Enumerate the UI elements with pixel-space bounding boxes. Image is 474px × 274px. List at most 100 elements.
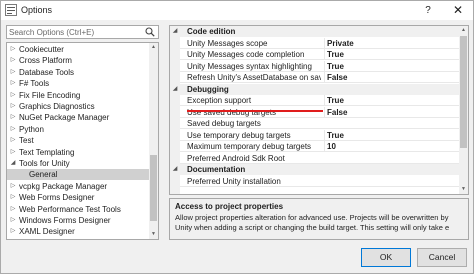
tree-item-label: Web Performance Test Tools bbox=[19, 204, 121, 214]
collapsed-arrow-icon[interactable]: ▷ bbox=[9, 192, 17, 203]
red-underline-annotation bbox=[187, 110, 323, 112]
help-button[interactable]: ? bbox=[415, 2, 441, 19]
collapsed-arrow-icon[interactable]: ▷ bbox=[9, 44, 17, 55]
tree-item-label: Python bbox=[19, 124, 44, 134]
collapsed-arrow-icon[interactable]: ▷ bbox=[9, 112, 17, 123]
tree-item-label: Cross Platform bbox=[19, 56, 72, 66]
tree-item[interactable]: ▷ Cross Platform bbox=[7, 55, 150, 66]
tree-item[interactable]: ▷ Cookiecutter bbox=[7, 44, 150, 55]
property-name: Unity Messages scope bbox=[187, 38, 268, 48]
property-name: Unity Messages syntax highlighting bbox=[187, 61, 312, 71]
property-value[interactable]: False bbox=[324, 72, 458, 83]
tree-item-label: Web Forms Designer bbox=[19, 193, 95, 203]
property-name: Use temporary debug targets bbox=[187, 130, 291, 140]
tree-item-label: Database Tools bbox=[19, 67, 74, 77]
property-grid: ◢ Code edition Unity Messages scope Private… bbox=[169, 25, 469, 195]
cancel-button[interactable]: Cancel bbox=[417, 248, 467, 267]
collapsed-arrow-icon[interactable]: ▷ bbox=[9, 124, 17, 135]
window-title: Options bbox=[21, 5, 53, 15]
collapsed-arrow-icon[interactable]: ▷ bbox=[9, 147, 17, 158]
scroll-up-arrow-icon[interactable]: ▲ bbox=[459, 26, 468, 35]
title-bar: Options ? ✕ bbox=[1, 1, 473, 20]
grid-property-row[interactable]: Preferred Android Sdk Root bbox=[180, 153, 459, 164]
collapsed-arrow-icon[interactable]: ▷ bbox=[9, 135, 17, 146]
tree-item[interactable]: ▷ Web Performance Test Tools bbox=[7, 204, 150, 215]
grid-category[interactable]: ◢ Documentation bbox=[170, 164, 459, 175]
tree-item[interactable]: ▷ Text Templating bbox=[7, 147, 150, 158]
property-value[interactable]: False bbox=[324, 106, 458, 118]
grid-scrollbar[interactable]: ▲ ▼ bbox=[459, 26, 468, 194]
description-title: Access to project properties bbox=[175, 202, 284, 211]
collapsed-arrow-icon[interactable]: ▷ bbox=[9, 78, 17, 89]
scroll-down-arrow-icon[interactable]: ▼ bbox=[459, 185, 468, 194]
tree-item[interactable]: ▷ XAML Designer bbox=[7, 226, 150, 237]
grid-category[interactable]: ◢ Code edition bbox=[170, 26, 459, 37]
property-name: Maximum temporary debug targets bbox=[187, 142, 312, 151]
collapsed-arrow-icon[interactable]: ▷ bbox=[9, 55, 17, 66]
property-value[interactable]: True bbox=[324, 95, 458, 106]
property-value[interactable]: True bbox=[324, 60, 458, 72]
collapsed-arrow-icon[interactable]: ▷ bbox=[9, 67, 17, 78]
tree-item-label: vcpkg Package Manager bbox=[19, 181, 108, 191]
collapsed-arrow-icon[interactable]: ▷ bbox=[9, 90, 17, 101]
tree-item-label: Windows Forms Designer bbox=[19, 216, 111, 225]
close-button[interactable]: ✕ bbox=[445, 2, 471, 19]
grid-property-row[interactable]: Refresh Unity's AssetDatabase on save Fal… bbox=[180, 72, 459, 83]
description-panel: Access to project properties Allow proje… bbox=[169, 198, 469, 240]
property-name: Refresh Unity's AssetDatabase on save bbox=[187, 73, 321, 82]
grid-property-row[interactable]: Unity Messages scope Private bbox=[180, 37, 459, 49]
tree-item[interactable]: ▷ vcpkg Package Manager bbox=[7, 181, 150, 192]
grid-property-row[interactable]: Maximum temporary debug targets 10 bbox=[180, 141, 459, 152]
options-tree: ▷ XAML Designer ▷ Windows Forms Designer ▷ We… bbox=[6, 42, 159, 240]
tree-item-label: F# Tools bbox=[19, 79, 50, 89]
tree-item[interactable]: ▷ Python bbox=[7, 124, 150, 135]
tree-item[interactable]: ▷ Windows Forms Designer bbox=[7, 215, 150, 226]
property-value[interactable]: True bbox=[324, 129, 458, 141]
tree-item-label: Text Templating bbox=[19, 147, 75, 157]
tree-item[interactable]: ▷ F# Tools bbox=[7, 78, 150, 89]
tree-item[interactable]: ▷ Test bbox=[7, 135, 150, 146]
collapsed-arrow-icon[interactable]: ▷ bbox=[9, 181, 17, 192]
grid-property-row[interactable]: Saved debug targets bbox=[180, 118, 459, 129]
property-value[interactable]: Private bbox=[324, 37, 458, 49]
grid-property-row[interactable]: Exception support True bbox=[180, 95, 459, 106]
expanded-arrow-icon[interactable]: ◢ bbox=[171, 26, 179, 37]
collapsed-arrow-icon[interactable]: ▷ bbox=[9, 101, 17, 112]
grid-property-row[interactable]: Preferred Unity installation bbox=[180, 176, 459, 187]
grid-category-label: Code edition bbox=[187, 27, 236, 36]
tree-item[interactable]: ▷ Database Tools bbox=[7, 67, 150, 78]
tree-item[interactable]: ▷ NuGet Package Manager bbox=[7, 112, 150, 123]
property-name: Unity Messages code completion bbox=[187, 50, 305, 59]
property-name: Exception support bbox=[187, 96, 252, 105]
ok-button[interactable]: OK bbox=[361, 248, 411, 267]
grid-property-row[interactable]: Unity Messages code completion True bbox=[180, 49, 459, 60]
property-name: Preferred Unity installation bbox=[187, 176, 281, 186]
grid-property-row[interactable]: Use temporary debug targets True bbox=[180, 129, 459, 141]
tree-scrollbar[interactable]: ▲ ▼ bbox=[149, 43, 158, 239]
search-icon[interactable] bbox=[145, 27, 155, 37]
grid-scroll-thumb[interactable] bbox=[460, 36, 467, 148]
expanded-arrow-icon[interactable]: ◢ bbox=[171, 164, 179, 175]
tree-item[interactable]: ◢ Tools for Unity bbox=[7, 158, 150, 169]
grid-category-label: Documentation bbox=[187, 165, 246, 174]
property-name: Preferred Android Sdk Root bbox=[187, 153, 285, 163]
tree-item[interactable]: ▷ Graphics Diagnostics bbox=[7, 101, 150, 112]
tree-item-label: Test bbox=[19, 136, 34, 146]
tree-item[interactable]: ▷ Fix File Encoding bbox=[7, 90, 150, 101]
grid-property-row[interactable]: Unity Messages syntax highlighting True bbox=[180, 60, 459, 72]
grid-category[interactable]: ◢ Debugging bbox=[170, 83, 459, 95]
scroll-up-arrow-icon[interactable]: ▲ bbox=[149, 43, 158, 52]
collapsed-arrow-icon[interactable]: ▷ bbox=[9, 226, 17, 237]
grid-property-row[interactable]: Use saved debug targets False bbox=[180, 106, 459, 118]
tree-scroll-thumb[interactable] bbox=[150, 155, 157, 221]
property-value[interactable]: 10 bbox=[324, 141, 458, 152]
collapsed-arrow-icon[interactable]: ▷ bbox=[9, 204, 17, 215]
property-value[interactable]: True bbox=[324, 49, 458, 60]
expanded-arrow-icon[interactable]: ◢ bbox=[9, 158, 17, 169]
search-input[interactable] bbox=[9, 26, 137, 38]
collapsed-arrow-icon[interactable]: ▷ bbox=[9, 215, 17, 226]
tree-item[interactable]: ▷ Web Forms Designer bbox=[7, 192, 150, 203]
expanded-arrow-icon[interactable]: ◢ bbox=[171, 84, 179, 95]
scroll-down-arrow-icon[interactable]: ▼ bbox=[149, 230, 158, 239]
tree-item[interactable]: General bbox=[7, 169, 150, 181]
